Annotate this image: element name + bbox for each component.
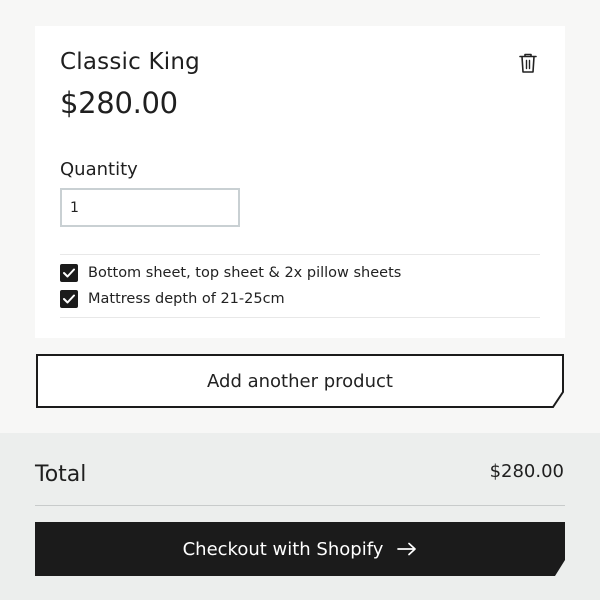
option-item-sheets: Bottom sheet, top sheet & 2x pillow shee… bbox=[60, 264, 401, 282]
options-divider-bottom bbox=[60, 317, 540, 318]
checkmark-icon bbox=[63, 268, 75, 278]
checkout-label: Checkout with Shopify bbox=[182, 538, 384, 560]
quantity-input[interactable] bbox=[60, 188, 240, 227]
trash-icon bbox=[519, 53, 537, 73]
summary-divider bbox=[35, 505, 565, 506]
option-label-sheets: Bottom sheet, top sheet & 2x pillow shee… bbox=[88, 265, 402, 281]
option-checkbox-depth[interactable] bbox=[60, 290, 78, 308]
option-label-depth: Mattress depth of 21-25cm bbox=[88, 291, 285, 307]
add-another-product-button[interactable]: Add another product bbox=[36, 354, 564, 408]
remove-item-button[interactable] bbox=[515, 50, 541, 76]
arrow-right-icon bbox=[397, 542, 417, 556]
total-label: Total bbox=[35, 462, 87, 487]
total-value: $280.00 bbox=[489, 461, 564, 482]
cart-section: Classic King $280.00 Quantity Bottom she… bbox=[0, 0, 600, 433]
product-name: Classic King bbox=[60, 49, 200, 75]
order-summary: Total $280.00 Checkout with Shopify bbox=[0, 433, 600, 600]
option-checkbox-sheets[interactable] bbox=[60, 264, 78, 282]
quantity-label: Quantity bbox=[60, 159, 138, 180]
options-divider-top bbox=[60, 254, 540, 255]
cart-item-card: Classic King $280.00 Quantity Bottom she… bbox=[35, 26, 565, 338]
checkout-button[interactable]: Checkout with Shopify bbox=[35, 522, 565, 576]
option-item-depth: Mattress depth of 21-25cm bbox=[60, 290, 285, 308]
product-price: $280.00 bbox=[60, 86, 178, 120]
checkmark-icon bbox=[63, 294, 75, 304]
add-another-product-label: Add another product bbox=[207, 370, 393, 392]
